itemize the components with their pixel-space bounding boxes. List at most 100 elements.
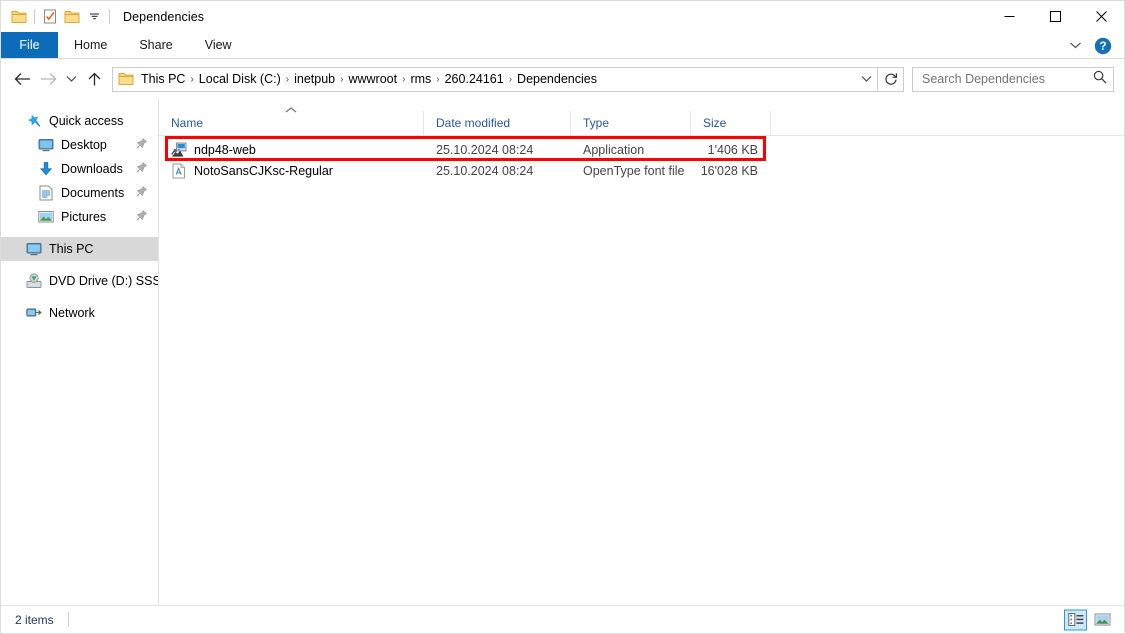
file-list: ndp48-web 25.10.2024 08:24 Application 1… (159, 136, 1124, 605)
item-count-label: 2 items (15, 612, 54, 627)
ribbon-tab-bar: File Home Share View ? (1, 32, 1124, 59)
pin-icon[interactable] (136, 208, 147, 226)
quick-access-toolbar (1, 6, 114, 28)
sidebar-item-label: Pictures (61, 210, 107, 224)
sidebar-item-label: Quick access (49, 114, 124, 128)
breadcrumb-separator-5[interactable]: › (507, 74, 514, 85)
sidebar-gap-1 (1, 229, 158, 237)
navigation-pane: Quick access Desktop Downloads Documents… (1, 99, 159, 605)
window-controls (986, 1, 1124, 32)
close-button[interactable] (1078, 1, 1124, 32)
sort-ascending-icon (284, 103, 298, 117)
dvd-drive-icon (25, 273, 42, 290)
table-row[interactable]: NotoSansCJKsc-Regular 25.10.2024 08:24 O… (159, 160, 1124, 181)
column-label: Size (703, 116, 727, 130)
table-row[interactable]: ndp48-web 25.10.2024 08:24 Application 1… (159, 139, 1124, 160)
forward-button[interactable] (35, 66, 61, 92)
breadcrumb-item-5[interactable]: 260.24161 (442, 72, 507, 86)
pin-icon[interactable] (136, 160, 147, 178)
sidebar-item-dvd-drive[interactable]: DVD Drive (D:) SSS_X6 (1, 269, 158, 293)
minimize-button[interactable] (986, 1, 1032, 32)
tab-view[interactable]: View (189, 32, 248, 58)
breadcrumb-separator-4[interactable]: › (434, 74, 441, 85)
search-icon[interactable] (1093, 70, 1107, 89)
this-pc-icon (25, 241, 42, 258)
sidebar-item-label: Downloads (61, 162, 123, 176)
new-folder-icon[interactable] (61, 6, 83, 28)
sidebar-item-label: This PC (49, 242, 94, 256)
breadcrumb-bar[interactable]: This PC › Local Disk (C:) › inetpub › ww… (112, 66, 878, 92)
breadcrumb-separator-3[interactable]: › (400, 74, 407, 85)
file-size-cell: 16'028 KB (700, 163, 758, 178)
window-title: Dependencies (123, 9, 205, 24)
sidebar-gap-2 (1, 261, 158, 269)
breadcrumb-separator-0[interactable]: › (188, 74, 195, 85)
breadcrumb-separator-2[interactable]: › (338, 74, 345, 85)
sidebar-gap-3 (1, 293, 158, 301)
file-type-cell: Application (583, 142, 645, 157)
breadcrumb-item-2[interactable]: inetpub (291, 72, 338, 86)
pin-icon[interactable] (136, 136, 147, 154)
column-label: Name (171, 116, 204, 130)
pin-icon[interactable] (136, 184, 147, 202)
maximize-button[interactable] (1032, 1, 1078, 32)
sidebar-item-quick-access[interactable]: Quick access (1, 109, 158, 133)
file-name: ndp48-web (194, 142, 256, 157)
sidebar-item-network[interactable]: Network (1, 301, 158, 325)
font-file-icon (171, 163, 187, 179)
help-icon[interactable]: ? (1092, 35, 1114, 57)
column-header-type[interactable]: Type (571, 111, 691, 135)
breadcrumb-item-0[interactable]: This PC (138, 72, 188, 86)
file-explorer-window: Dependencies File Home Share View ? This… (0, 0, 1125, 634)
explorer-body: Quick access Desktop Downloads Documents… (1, 99, 1124, 605)
column-header-date-modified[interactable]: Date modified (424, 111, 571, 135)
sidebar-item-desktop[interactable]: Desktop (1, 133, 158, 157)
tab-home[interactable]: Home (58, 32, 123, 58)
file-size-cell: 1'406 KB (707, 142, 758, 157)
ribbon-right-controls: ? (1062, 32, 1120, 59)
large-icons-view-button[interactable] (1091, 609, 1114, 630)
recent-locations-button[interactable] (61, 66, 81, 92)
sidebar-item-pictures[interactable]: Pictures (1, 205, 158, 229)
chevron-down-icon[interactable] (1062, 34, 1088, 58)
pictures-icon (37, 209, 54, 226)
search-input[interactable] (922, 72, 1093, 86)
details-view-button[interactable] (1064, 609, 1087, 630)
folder-icon[interactable] (8, 6, 30, 28)
search-box[interactable] (912, 66, 1114, 92)
folder-icon (118, 72, 134, 86)
tab-share[interactable]: Share (123, 32, 188, 58)
properties-icon[interactable] (39, 6, 61, 28)
file-type-cell: OpenType font file (583, 163, 685, 178)
sidebar-item-label: Desktop (61, 138, 107, 152)
toolbar-divider (34, 9, 35, 24)
up-button[interactable] (81, 66, 107, 92)
tab-file[interactable]: File (1, 32, 58, 58)
sidebar-item-downloads[interactable]: Downloads (1, 157, 158, 181)
breadcrumb-item-1[interactable]: Local Disk (C:) (196, 72, 284, 86)
toolbar-divider-2 (109, 9, 110, 24)
back-button[interactable] (9, 66, 35, 92)
breadcrumb-dropdown-icon[interactable] (855, 68, 877, 91)
file-list-pane: Name Date modified Type Size ndp48-web 2… (159, 99, 1124, 605)
sidebar-item-this-pc[interactable]: This PC (1, 237, 158, 261)
file-name-cell[interactable]: NotoSansCJKsc-Regular (159, 163, 424, 179)
address-bar: This PC › Local Disk (C:) › inetpub › ww… (1, 59, 1124, 99)
column-header-size[interactable]: Size (691, 111, 771, 135)
sidebar-item-documents[interactable]: Documents (1, 181, 158, 205)
chevron-down-icon[interactable] (83, 6, 105, 28)
download-icon (37, 161, 54, 178)
column-headers: Name Date modified Type Size (159, 107, 1124, 136)
column-label: Date modified (436, 116, 511, 130)
column-header-name[interactable]: Name (159, 107, 424, 135)
sidebar-item-label: Network (49, 306, 95, 320)
refresh-button[interactable] (878, 66, 904, 92)
breadcrumb: This PC › Local Disk (C:) › inetpub › ww… (138, 72, 855, 86)
breadcrumb-item-4[interactable]: rms (407, 72, 434, 86)
breadcrumb-item-6[interactable]: Dependencies (514, 72, 600, 86)
file-name-cell[interactable]: ndp48-web (159, 142, 424, 158)
breadcrumb-separator-1[interactable]: › (284, 74, 291, 85)
status-bar: 2 items (1, 605, 1124, 633)
documents-icon (37, 185, 54, 202)
breadcrumb-item-3[interactable]: wwwroot (345, 72, 400, 86)
